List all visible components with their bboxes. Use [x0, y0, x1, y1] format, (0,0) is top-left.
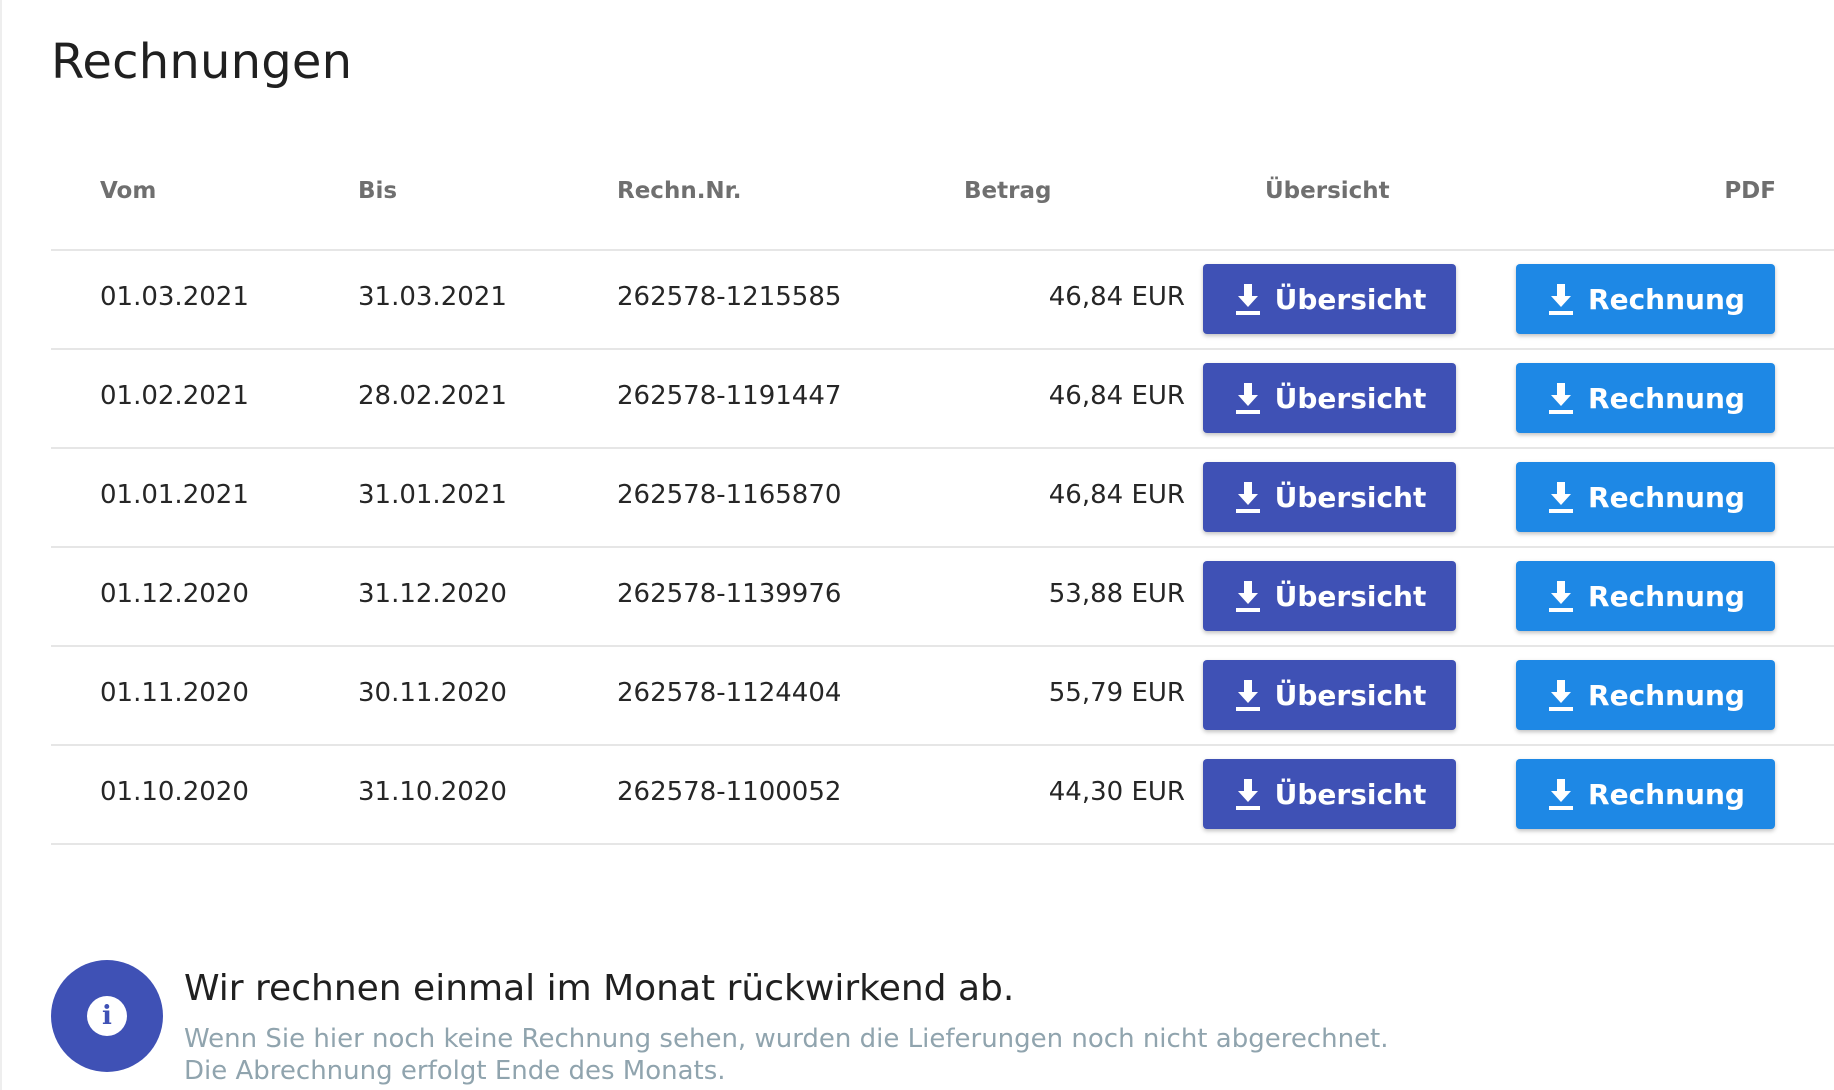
uebersicht-download-button[interactable]: Übersicht — [1203, 462, 1456, 532]
uebersicht-download-button[interactable]: Übersicht — [1203, 660, 1456, 730]
cell-vom: 01.03.2021 — [100, 282, 249, 312]
download-icon — [1233, 480, 1263, 514]
table-row: 01.12.2020 31.12.2020 262578-1139976 53,88 … — [51, 548, 1834, 647]
button-label: Rechnung — [1588, 678, 1745, 712]
rechnung-download-button[interactable]: Rechnung — [1516, 759, 1775, 829]
download-icon — [1233, 381, 1263, 415]
button-label: Rechnung — [1588, 480, 1745, 514]
cell-rechn-nr: 262578-1139976 — [617, 579, 842, 609]
info-badge: i — [51, 960, 163, 1072]
download-icon — [1546, 678, 1576, 712]
cell-rechn-nr: 262578-1124404 — [617, 678, 842, 708]
cell-betrag: 53,88 EUR — [1048, 579, 1185, 609]
cell-vom: 01.11.2020 — [100, 678, 249, 708]
download-icon — [1233, 678, 1263, 712]
table-row: 01.10.2020 31.10.2020 262578-1100052 44,30 … — [51, 746, 1834, 845]
cell-betrag: 46,84 EUR — [1048, 480, 1185, 510]
cell-vom: 01.12.2020 — [100, 579, 249, 609]
info-text: Wenn Sie hier noch keine Rechnung sehen,… — [184, 1023, 1389, 1087]
cell-bis: 31.10.2020 — [358, 777, 507, 807]
uebersicht-download-button[interactable]: Übersicht — [1203, 264, 1456, 334]
cell-rechn-nr: 262578-1100052 — [617, 777, 842, 807]
header-vom: Vom — [100, 178, 157, 204]
uebersicht-download-button[interactable]: Übersicht — [1203, 363, 1456, 433]
header-bis: Bis — [358, 178, 398, 204]
button-label: Rechnung — [1588, 381, 1745, 415]
info-line-2: Die Abrechnung erfolgt Ende des Monats. — [184, 1056, 726, 1086]
cell-bis: 31.01.2021 — [358, 480, 507, 510]
table-row: 01.02.2021 28.02.2021 262578-1191447 46,84 … — [51, 350, 1834, 449]
button-label: Übersicht — [1274, 381, 1427, 415]
button-label: Übersicht — [1274, 282, 1427, 316]
invoices-page: Rechnungen Vom Bis Rechn.Nr. Betrag Über… — [0, 0, 1834, 1090]
cell-betrag: 46,84 EUR — [1048, 282, 1185, 312]
cell-vom: 01.02.2021 — [100, 381, 249, 411]
button-label: Übersicht — [1274, 777, 1427, 811]
table-row: 01.03.2021 31.03.2021 262578-1215585 46,84 … — [51, 251, 1834, 350]
button-label: Übersicht — [1274, 579, 1427, 613]
info-notice: i Wir rechnen einmal im Monat rückwirken… — [51, 960, 1651, 1086]
header-rechn-nr: Rechn.Nr. — [617, 178, 742, 204]
download-icon — [1546, 480, 1576, 514]
rechnung-download-button[interactable]: Rechnung — [1516, 561, 1775, 631]
cell-betrag: 46,84 EUR — [1048, 381, 1185, 411]
header-uebersicht: Übersicht — [1265, 178, 1390, 204]
download-icon — [1546, 579, 1576, 613]
download-icon — [1546, 381, 1576, 415]
download-icon — [1546, 777, 1576, 811]
uebersicht-download-button[interactable]: Übersicht — [1203, 759, 1456, 829]
table-row: 01.11.2020 30.11.2020 262578-1124404 55,79 … — [51, 647, 1834, 746]
download-icon — [1233, 282, 1263, 316]
button-label: Rechnung — [1588, 282, 1745, 316]
button-label: Rechnung — [1588, 579, 1745, 613]
download-icon — [1546, 282, 1576, 316]
cell-vom: 01.01.2021 — [100, 480, 249, 510]
page-title: Rechnungen — [51, 34, 353, 90]
cell-bis: 30.11.2020 — [358, 678, 507, 708]
info-icon: i — [87, 996, 127, 1036]
uebersicht-download-button[interactable]: Übersicht — [1203, 561, 1456, 631]
invoice-table: Vom Bis Rechn.Nr. Betrag Übersicht PDF 0… — [51, 150, 1834, 845]
table-body: 01.03.2021 31.03.2021 262578-1215585 46,84 … — [51, 251, 1834, 845]
cell-betrag: 44,30 EUR — [1048, 777, 1185, 807]
table-header: Vom Bis Rechn.Nr. Betrag Übersicht PDF — [51, 150, 1834, 251]
rechnung-download-button[interactable]: Rechnung — [1516, 462, 1775, 532]
info-title: Wir rechnen einmal im Monat rückwirkend … — [184, 968, 1015, 1009]
table-row: 01.01.2021 31.01.2021 262578-1165870 46,84 … — [51, 449, 1834, 548]
cell-bis: 31.12.2020 — [358, 579, 507, 609]
cell-bis: 28.02.2021 — [358, 381, 507, 411]
download-icon — [1233, 579, 1263, 613]
cell-rechn-nr: 262578-1165870 — [617, 480, 842, 510]
info-line-1: Wenn Sie hier noch keine Rechnung sehen,… — [184, 1024, 1389, 1054]
cell-betrag: 55,79 EUR — [1048, 678, 1185, 708]
button-label: Übersicht — [1274, 480, 1427, 514]
cell-bis: 31.03.2021 — [358, 282, 507, 312]
header-betrag: Betrag — [964, 178, 1052, 204]
button-label: Rechnung — [1588, 777, 1745, 811]
rechnung-download-button[interactable]: Rechnung — [1516, 363, 1775, 433]
download-icon — [1233, 777, 1263, 811]
rechnung-download-button[interactable]: Rechnung — [1516, 660, 1775, 730]
cell-rechn-nr: 262578-1215585 — [617, 282, 842, 312]
button-label: Übersicht — [1274, 678, 1427, 712]
rechnung-download-button[interactable]: Rechnung — [1516, 264, 1775, 334]
cell-rechn-nr: 262578-1191447 — [617, 381, 842, 411]
header-pdf: PDF — [1724, 178, 1776, 204]
cell-vom: 01.10.2020 — [100, 777, 249, 807]
